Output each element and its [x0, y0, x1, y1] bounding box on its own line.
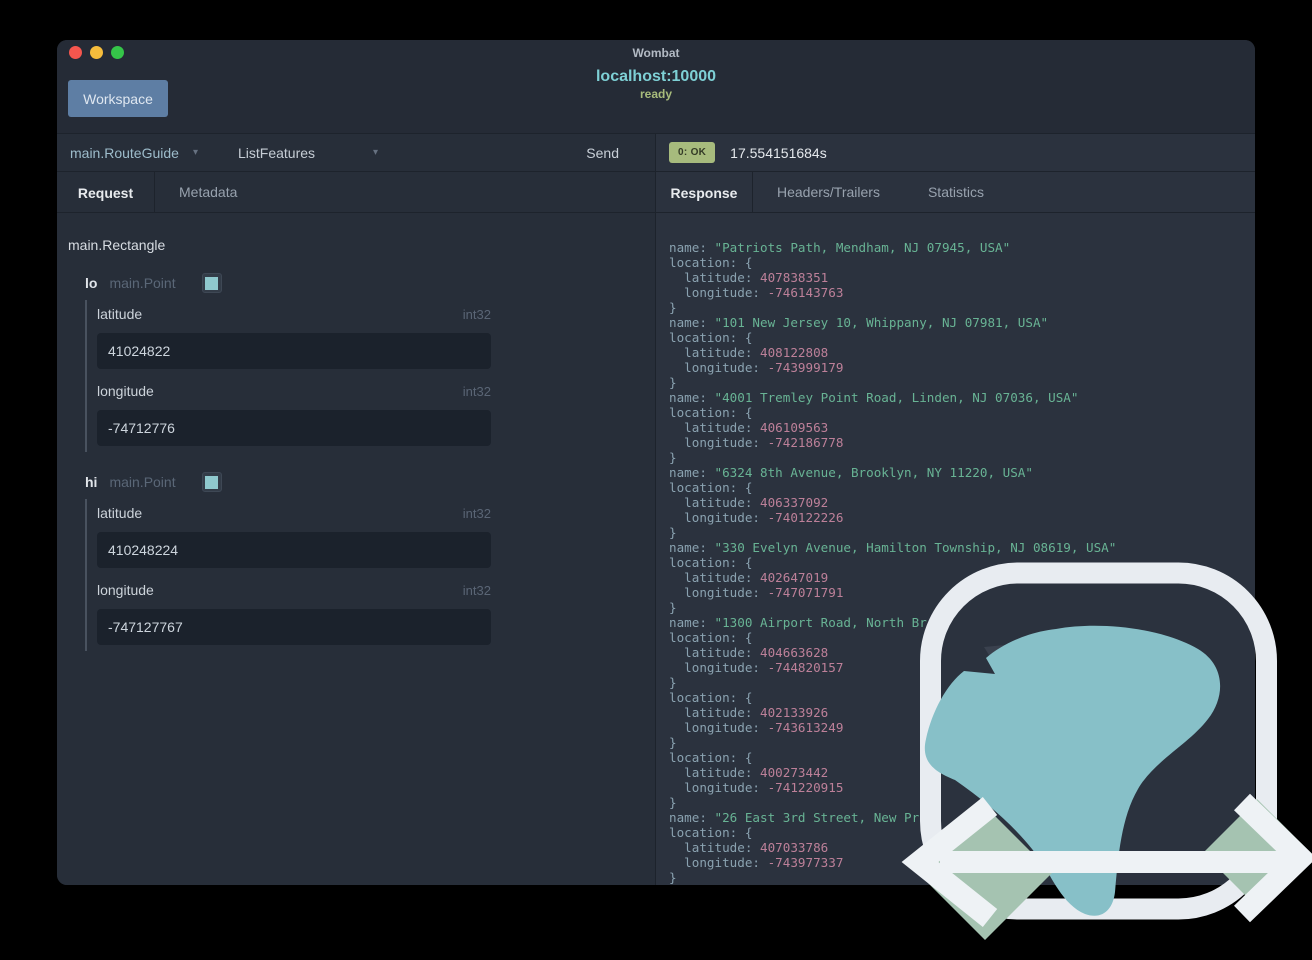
subfield-label-row: longitude int32	[97, 582, 491, 598]
hi-longitude-input[interactable]	[97, 609, 491, 645]
field-enabled-checkbox[interactable]	[201, 472, 222, 492]
tab-statistics[interactable]: Statistics	[904, 172, 1008, 212]
server-info: localhost:10000 ready	[57, 66, 1255, 101]
field-type: main.Point	[109, 474, 176, 490]
tab-response[interactable]: Response	[656, 172, 753, 213]
server-address: localhost:10000	[595, 68, 717, 85]
method-selector[interactable]: ListFeatures	[238, 145, 315, 161]
request-column: main.RouteGuide ▾ ListFeatures ▾ Send Re…	[57, 134, 655, 885]
tab-headers-trailers[interactable]: Headers/Trailers	[753, 172, 904, 212]
status-badge: 0: OK	[669, 142, 716, 163]
response-toolbar: 0: OK 17.554151684s	[656, 134, 1255, 172]
request-toolbar: main.RouteGuide ▾ ListFeatures ▾ Send	[57, 134, 655, 172]
subfield-label-row: longitude int32	[97, 383, 491, 399]
chevron-down-icon[interactable]: ▾	[193, 147, 198, 158]
subfield-type: int32	[462, 307, 491, 322]
app-window: Wombat Workspace localhost:10000 ready m…	[57, 40, 1255, 885]
header-bar: Workspace localhost:10000 ready	[57, 64, 1255, 133]
response-tabs: Response Headers/Trailers Statistics	[656, 172, 1255, 213]
window-title: Wombat	[632, 46, 680, 60]
field-group-lo: latitude int32 longitude int32	[85, 300, 655, 452]
server-status: ready	[639, 87, 673, 101]
lo-longitude-input[interactable]	[97, 410, 491, 446]
field-enabled-checkbox[interactable]	[201, 273, 222, 293]
title-bar: Wombat	[57, 40, 1255, 64]
subfield-label-row: latitude int32	[97, 306, 491, 322]
zoom-window-button[interactable]	[111, 46, 124, 59]
subfield-label-row: latitude int32	[97, 505, 491, 521]
send-button[interactable]: Send	[586, 145, 619, 161]
traffic-lights	[69, 46, 124, 59]
field-type: main.Point	[109, 275, 176, 291]
subfield-name: latitude	[97, 306, 143, 322]
minimize-window-button[interactable]	[90, 46, 103, 59]
message-type-label: main.Rectangle	[68, 237, 166, 253]
subfield-type: int32	[462, 583, 491, 598]
subfield-name: longitude	[97, 383, 154, 399]
field-name: hi	[85, 474, 98, 490]
hi-latitude-input[interactable]	[97, 532, 491, 568]
field-row-lo: lo main.Point	[85, 273, 655, 293]
close-window-button[interactable]	[69, 46, 82, 59]
checkbox-fill	[205, 475, 219, 489]
checkbox-fill	[205, 276, 219, 290]
subfield-name: latitude	[97, 505, 143, 521]
tab-request[interactable]: Request	[57, 172, 155, 213]
subfield-type: int32	[462, 506, 491, 521]
tab-metadata[interactable]: Metadata	[155, 172, 261, 212]
request-form: main.Rectangle lo main.Point latitude in…	[57, 213, 655, 885]
response-column: 0: OK 17.554151684s Response Headers/Tra…	[656, 134, 1255, 885]
subfield-name: longitude	[97, 582, 154, 598]
duration-label: 17.554151684s	[730, 144, 827, 161]
lo-latitude-input[interactable]	[97, 333, 491, 369]
service-selector[interactable]: main.RouteGuide	[70, 145, 179, 161]
field-group-hi: latitude int32 longitude int32	[85, 499, 655, 651]
subfield-type: int32	[462, 384, 491, 399]
request-tabs: Request Metadata	[57, 172, 655, 213]
field-name: lo	[85, 275, 98, 291]
field-row-hi: hi main.Point	[85, 472, 655, 492]
response-body: name: "Patriots Path, Mendham, NJ 07945,…	[669, 240, 1117, 885]
chevron-down-icon[interactable]: ▾	[373, 147, 378, 158]
